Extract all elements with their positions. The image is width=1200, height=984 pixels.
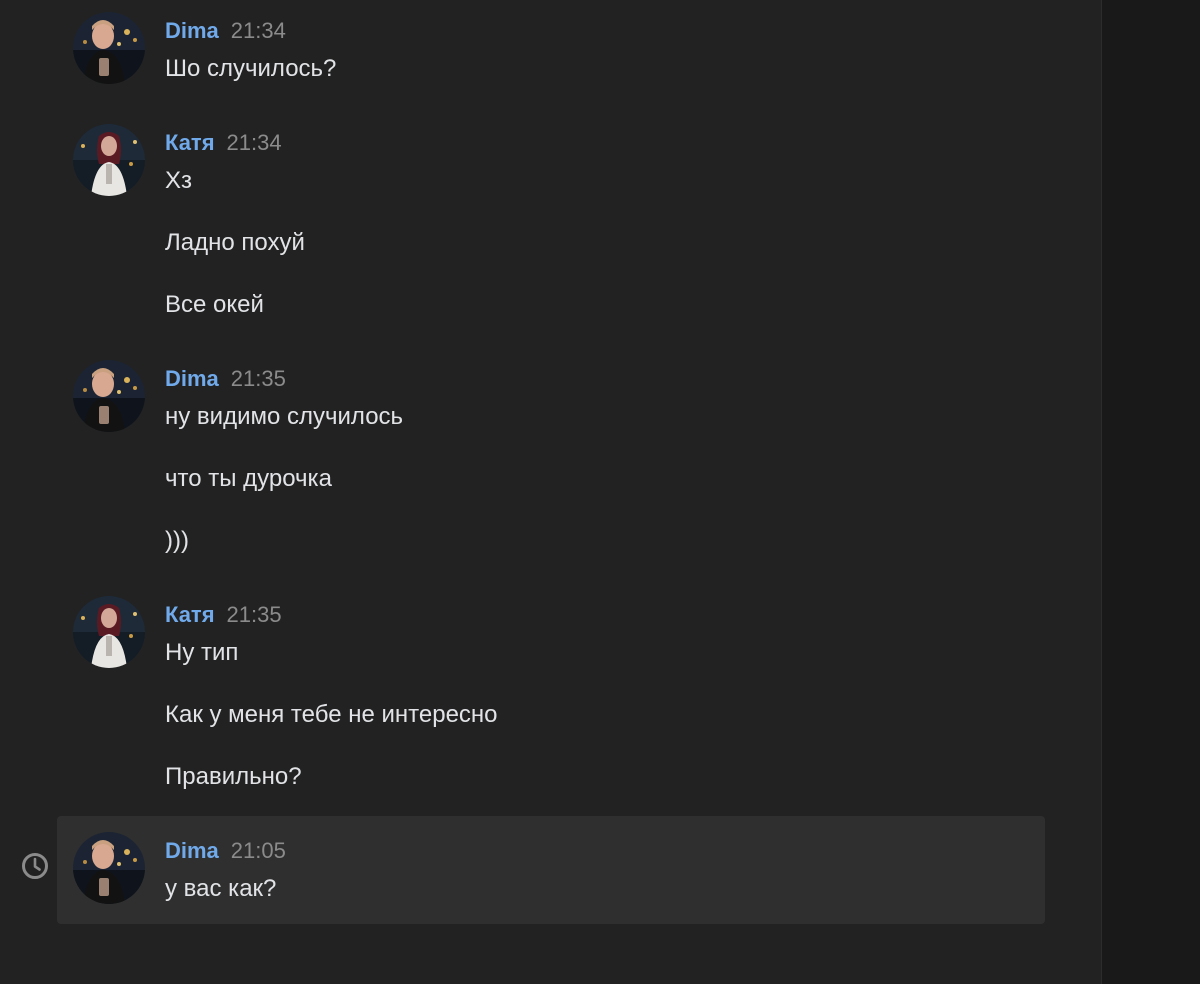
message-text: Правильно?	[165, 763, 302, 790]
author-name[interactable]: Катя	[165, 602, 215, 627]
message-text: ну видимо случилось	[165, 403, 404, 430]
message-group[interactable]: Dima 21:34 Шо случилось?	[57, 0, 1045, 100]
avatar[interactable]	[73, 12, 145, 84]
avatar[interactable]	[73, 832, 145, 904]
message-group[interactable]: Катя 21:35 Ну тип Как у меня тебе не инте…	[57, 584, 1045, 804]
avatar[interactable]	[73, 360, 145, 432]
author-name[interactable]: Катя	[165, 130, 215, 155]
message-time[interactable]: 21:35	[227, 602, 282, 627]
clock-icon	[20, 851, 50, 881]
author-name[interactable]: Dima	[165, 18, 219, 43]
message-text: Ладно похуй	[165, 229, 305, 256]
message-text: Как у меня тебе не интересно	[165, 701, 498, 728]
message-header: Катя 21:35	[165, 602, 282, 630]
message-text: Ну тип	[165, 639, 239, 666]
side-panel	[1101, 0, 1200, 984]
avatar[interactable]	[73, 596, 145, 668]
message-text: у вас как?	[165, 875, 277, 902]
message-header: Dima 21:05	[165, 838, 286, 866]
message-time[interactable]: 21:34	[231, 18, 286, 43]
message-header: Dima 21:34	[165, 18, 286, 46]
message-group[interactable]: Катя 21:34 Хз Ладно похуй Все окей	[57, 112, 1045, 332]
message-text: Все окей	[165, 291, 264, 318]
message-text: )))	[165, 527, 189, 554]
message-text: что ты дурочка	[165, 465, 332, 492]
message-header: Катя 21:34	[165, 130, 282, 158]
message-text: Хз	[165, 167, 193, 194]
author-name[interactable]: Dima	[165, 366, 219, 391]
message-time[interactable]: 21:34	[227, 130, 282, 155]
message-time[interactable]: 21:35	[231, 366, 286, 391]
message-group[interactable]: Dima 21:35 ну видимо случилось что ты дур…	[57, 348, 1045, 568]
message-time[interactable]: 21:05	[231, 838, 286, 863]
author-name[interactable]: Dima	[165, 838, 219, 863]
avatar[interactable]	[73, 124, 145, 196]
message-header: Dima 21:35	[165, 366, 286, 394]
chat-history: Dima 21:34 Шо случилось? Катя 21:34 Хз Лад…	[0, 0, 1100, 984]
message-text: Шо случилось?	[165, 55, 337, 82]
message-group[interactable]: Dima 21:05 у вас как?	[57, 816, 1045, 924]
